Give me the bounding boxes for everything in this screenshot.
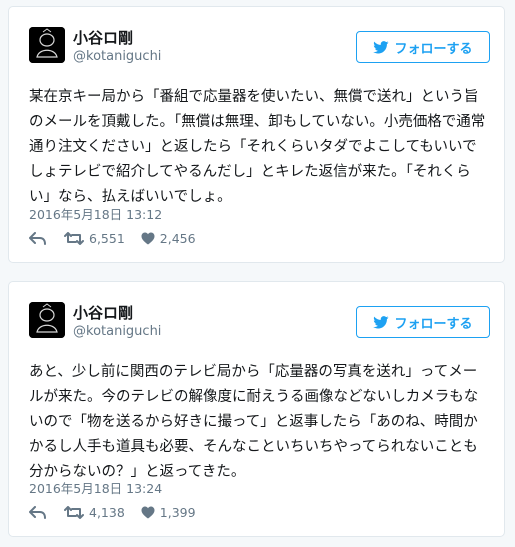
reply-arrow-icon	[29, 505, 46, 519]
follow-button[interactable]: フォローする	[356, 306, 490, 338]
like-button[interactable]: 2,456	[141, 231, 196, 246]
like-button[interactable]: 1,399	[141, 505, 196, 520]
reply-button[interactable]	[29, 231, 46, 245]
heart-icon	[141, 232, 155, 244]
retweet-count: 4,138	[89, 504, 125, 520]
retweet-button[interactable]: 4,138	[64, 505, 125, 520]
tweet-card: 小谷ロ剛 @kotaniguchi フォローする 某在京キー局から「番組で応量器…	[8, 6, 505, 263]
retweet-count: 6,551	[89, 230, 125, 246]
screen-name[interactable]: @kotaniguchi	[73, 324, 161, 339]
heart-icon	[141, 506, 155, 518]
follow-button-label: フォローする	[394, 316, 473, 332]
avatar[interactable]	[29, 302, 65, 338]
tweet-text: 某在京キー局から「番組で応量器を使いたい、無償で送れ」という旨のメールを頂戴した…	[29, 89, 486, 205]
tweet-actions: 6,551 2,456	[29, 228, 196, 248]
follow-button-label: フォローする	[394, 41, 473, 57]
screen-name[interactable]: @kotaniguchi	[73, 49, 161, 64]
retweet-icon	[64, 231, 84, 245]
tweet-actions: 4,138 1,399	[29, 502, 196, 522]
tweet-card: 小谷ロ剛 @kotaniguchi フォローする あと、少し前に関西のテレビ局か…	[8, 281, 505, 537]
twitter-bird-icon	[373, 315, 390, 328]
follow-button[interactable]: フォローする	[356, 31, 490, 63]
timestamp[interactable]: 2016年5月18日 13:12	[29, 204, 162, 223]
avatar[interactable]	[29, 27, 65, 63]
reply-button[interactable]	[29, 505, 46, 519]
display-name[interactable]: 小谷ロ剛	[73, 302, 133, 323]
retweet-button[interactable]: 6,551	[64, 231, 125, 246]
like-count: 1,399	[159, 504, 196, 520]
reply-arrow-icon	[29, 231, 46, 245]
timestamp[interactable]: 2016年5月18日 13:24	[29, 478, 162, 497]
avatar-silhouette-icon	[29, 302, 65, 338]
like-count: 2,456	[159, 230, 196, 246]
retweet-icon	[64, 505, 84, 519]
tweet-text: あと、少し前に関西のテレビ局から「応量器の写真を送れ」ってメールが来た。今のテレ…	[29, 364, 479, 480]
avatar-silhouette-icon	[29, 27, 65, 63]
display-name[interactable]: 小谷ロ剛	[73, 27, 133, 48]
twitter-bird-icon	[373, 40, 390, 53]
